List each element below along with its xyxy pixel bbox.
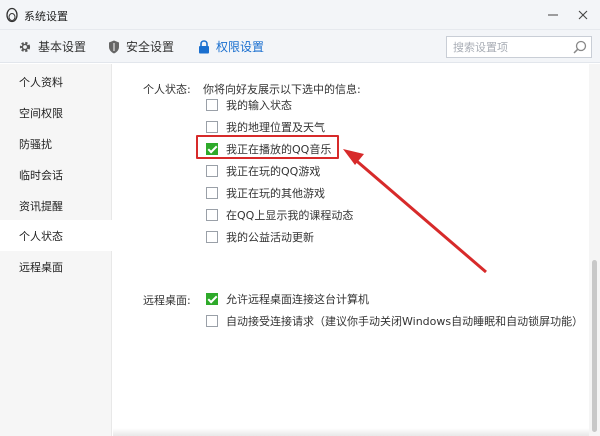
shield-icon [109, 40, 119, 53]
qq-games-checkbox[interactable] [206, 165, 218, 177]
typing-status-checkbox[interactable] [206, 99, 218, 111]
search-box [446, 36, 592, 58]
tab-label: 安全设置 [126, 40, 175, 54]
scrollbar-thumb[interactable] [592, 260, 597, 432]
sidebar-item-temporary-chat[interactable]: 临时会话 [0, 159, 112, 190]
minimize-icon [548, 14, 558, 16]
charity-updates-checkbox[interactable] [206, 231, 218, 243]
sidebar-item-label: 防骚扰 [19, 137, 52, 151]
sidebar-item-label: 临时会话 [19, 168, 63, 182]
close-button[interactable] [568, 0, 598, 30]
sidebar-item-label: 空间权限 [19, 106, 63, 120]
remote-desktop-label: 远程桌面: [143, 294, 191, 307]
option-auto-accept-connection[interactable]: 自动接受连接请求（建议你手动关闭Windows自动睡眠和自动锁屏功能） [206, 313, 583, 329]
option-course-activity[interactable]: 在QQ上显示我的课程动态 [206, 207, 353, 223]
window-title: 系统设置 [24, 10, 68, 23]
option-label: 我正在玩的其他游戏 [226, 187, 325, 200]
sidebar-item-label: 资讯提醒 [19, 199, 63, 213]
sidebar-item-anti-harassment[interactable]: 防骚扰 [0, 128, 112, 159]
sidebar-item-profile[interactable]: 个人资料 [0, 66, 112, 97]
allow-remote-desktop-checkbox[interactable] [206, 293, 218, 305]
other-games-checkbox[interactable] [206, 187, 218, 199]
lock-icon [199, 39, 209, 53]
sidebar-item-label: 远程桌面 [19, 260, 63, 274]
search-input[interactable] [447, 37, 567, 57]
sidebar-item-news-alerts[interactable]: 资讯提醒 [0, 190, 112, 221]
location-weather-checkbox[interactable] [206, 121, 218, 133]
settings-toolbar: 基本设置 安全设置 权限设置 [0, 30, 600, 63]
option-location-weather[interactable]: 我的地理位置及天气 [206, 119, 325, 135]
minimize-button[interactable] [538, 0, 568, 30]
option-label: 我的公益活动更新 [226, 231, 314, 244]
option-label: 自动接受连接请求（建议你手动关闭Windows自动睡眠和自动锁屏功能） [226, 315, 584, 328]
option-label: 在QQ上显示我的课程动态 [226, 209, 354, 222]
annotation-highlight-box [196, 135, 339, 159]
title-bar: 系统设置 [0, 0, 600, 30]
search-icon[interactable] [572, 39, 588, 55]
close-icon [578, 10, 588, 20]
qq-penguin-icon [6, 7, 18, 23]
sidebar-item-space-permissions[interactable]: 空间权限 [0, 97, 112, 128]
personal-status-label: 个人状态: [143, 83, 191, 96]
sidebar-item-personal-status[interactable]: 个人状态 [0, 220, 113, 251]
sidebar-item-remote-desktop[interactable]: 远程桌面 [0, 251, 112, 282]
option-charity-updates[interactable]: 我的公益活动更新 [206, 229, 314, 245]
course-activity-checkbox[interactable] [206, 209, 218, 221]
content-scrollbar[interactable] [589, 64, 600, 436]
tab-label: 权限设置 [216, 40, 265, 54]
option-typing-status[interactable]: 我的输入状态 [206, 97, 292, 113]
option-label: 我的地理位置及天气 [226, 121, 325, 134]
sidebar-item-label: 个人状态 [19, 229, 63, 243]
tab-permission-settings[interactable]: 权限设置 [198, 30, 264, 63]
option-label: 允许远程桌面连接这台计算机 [226, 293, 369, 306]
tab-basic-settings[interactable]: 基本设置 [18, 30, 86, 63]
bottom-divider [113, 428, 589, 436]
auto-accept-connection-checkbox[interactable] [206, 315, 218, 327]
option-label: 我正在玩的QQ游戏 [226, 165, 321, 178]
tab-security-settings[interactable]: 安全设置 [108, 30, 174, 63]
sidebar: 个人资料 空间权限 防骚扰 临时会话 资讯提醒 个人状态 远程桌面 [0, 64, 113, 436]
personal-status-description: 你将向好友展示以下选中的信息: [203, 83, 361, 96]
option-label: 我的输入状态 [226, 99, 292, 112]
gear-icon [19, 41, 31, 52]
option-qq-games[interactable]: 我正在玩的QQ游戏 [206, 163, 320, 179]
option-allow-remote-desktop[interactable]: 允许远程桌面连接这台计算机 [206, 291, 369, 307]
tab-label: 基本设置 [38, 40, 87, 54]
sidebar-item-label: 个人资料 [19, 75, 63, 89]
option-other-games[interactable]: 我正在玩的其他游戏 [206, 185, 325, 201]
